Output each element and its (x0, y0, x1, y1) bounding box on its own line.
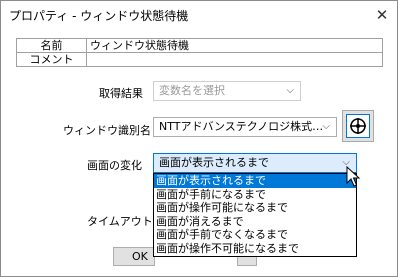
dropdown-option[interactable]: 画面が手前になるまで (154, 188, 356, 202)
chevron-down-icon: ⌵ (322, 121, 330, 132)
result-label: 取得結果 (99, 87, 143, 100)
table-row: コメント (16, 52, 383, 67)
result-combo[interactable]: 変数名を選択 ⌵ (153, 81, 301, 101)
dropdown-option[interactable]: 画面が操作不可能になるまで (154, 242, 356, 256)
name-key: 名前 (16, 38, 87, 53)
mouse-cursor-icon (346, 166, 361, 187)
window-id-label: ウィンドウ識別名 (63, 124, 151, 137)
close-icon[interactable]: ✕ (367, 1, 397, 29)
comment-value[interactable] (86, 52, 383, 67)
chevron-down-icon: ⌵ (286, 85, 294, 96)
change-dropdown-list: 画面が表示されるまで 画面が手前になるまで 画面が操作可能になるまで 画面が消え… (153, 173, 357, 257)
info-table: 名前 ウィンドウ状態待機 コメント (16, 38, 383, 67)
result-placeholder: 変数名を選択 (159, 84, 225, 97)
window-id-value: NTTアドバンステクノロジ株式… (159, 120, 324, 133)
dropdown-option[interactable]: 画面が操作可能になるまで (154, 201, 356, 215)
timeout-label: タイムアウト (87, 215, 153, 228)
dropdown-option[interactable]: 画面が手前でなくなるまで (154, 228, 356, 242)
dropdown-option[interactable]: 画面が表示されるまで (154, 174, 356, 188)
comment-key: コメント (16, 52, 87, 67)
window-picker-button[interactable] (342, 110, 374, 142)
window-id-combo[interactable]: NTTアドバンステクノロジ株式… ⌵ (153, 117, 337, 137)
ok-label: OK (132, 250, 148, 263)
change-label: 画面の変化 (87, 159, 142, 172)
window-title: プロパティ - ウィンドウ状態待機 (9, 9, 189, 23)
table-row: 名前 ウィンドウ状態待機 (16, 38, 383, 53)
name-value[interactable]: ウィンドウ状態待機 (86, 38, 383, 53)
ok-button[interactable]: OK (113, 247, 155, 266)
dropdown-option[interactable]: 画面が消えるまで (154, 215, 356, 229)
properties-dialog: プロパティ - ウィンドウ状態待機 ✕ 名前 ウィンドウ状態待機 コメント 取得… (0, 0, 398, 277)
title-bar: プロパティ - ウィンドウ状態待機 ✕ (1, 1, 397, 31)
change-combo[interactable]: 画面が表示されるまで ⌵ (153, 153, 357, 173)
crosshair-icon (346, 114, 370, 138)
change-value: 画面が表示されるまで (159, 156, 269, 169)
